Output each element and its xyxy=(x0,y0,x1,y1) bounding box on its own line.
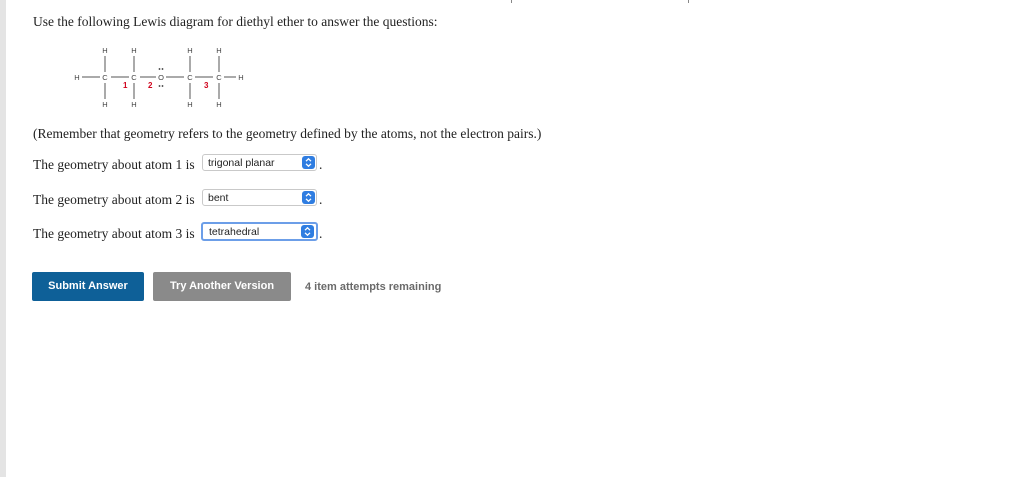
atom-h: H xyxy=(187,46,192,55)
atom-c-d: C xyxy=(216,73,222,82)
sentence-end: . xyxy=(319,192,323,207)
atom-h: H xyxy=(102,46,107,55)
atom-number-2: 2 xyxy=(148,81,153,90)
atom-c-c: C xyxy=(187,73,193,82)
atom-h: H xyxy=(131,100,136,109)
geometry-select-atom-2[interactable]: bent xyxy=(202,189,317,206)
attempts-remaining: 4 item attempts remaining xyxy=(305,281,442,293)
submit-answer-button[interactable]: Submit Answer xyxy=(32,272,144,301)
atom-h: H xyxy=(74,73,79,82)
atom-c-a: C xyxy=(102,73,108,82)
atom-number-1: 1 xyxy=(123,81,128,90)
sentence-end: . xyxy=(319,226,323,241)
select-value: trigonal planar xyxy=(208,157,275,169)
select-updown-icon[interactable] xyxy=(301,225,314,238)
select-updown-icon[interactable] xyxy=(302,156,315,169)
question-label-1: The geometry about atom 1 is xyxy=(33,157,195,172)
try-another-version-button[interactable]: Try Another Version xyxy=(153,272,291,301)
geometry-select-atom-3[interactable]: tetrahedral xyxy=(201,222,318,241)
question-label-3: The geometry about atom 3 is xyxy=(33,226,195,241)
atom-h: H xyxy=(131,46,136,55)
select-value: bent xyxy=(208,192,229,204)
atom-h: H xyxy=(238,73,243,82)
question-prompt: Use the following Lewis diagram for diet… xyxy=(33,14,438,29)
atom-number-3: 3 xyxy=(204,81,209,90)
atom-h: H xyxy=(102,100,107,109)
select-updown-icon[interactable] xyxy=(302,191,315,204)
geometry-note: (Remember that geometry refers to the ge… xyxy=(33,126,542,141)
atom-c-b: C xyxy=(131,73,137,82)
select-value: tetrahedral xyxy=(209,226,260,238)
sentence-end: . xyxy=(319,157,323,172)
atom-h: H xyxy=(187,100,192,109)
geometry-select-atom-1[interactable]: trigonal planar xyxy=(202,154,317,171)
atom-o: O xyxy=(158,73,164,82)
lewis-diagram: H C C O C C H H H H H H H H H 1 2 3 xyxy=(74,46,243,109)
question-label-2: The geometry about atom 2 is xyxy=(33,192,195,207)
atom-h: H xyxy=(216,100,221,109)
atom-h: H xyxy=(216,46,221,55)
left-rail xyxy=(0,0,6,477)
